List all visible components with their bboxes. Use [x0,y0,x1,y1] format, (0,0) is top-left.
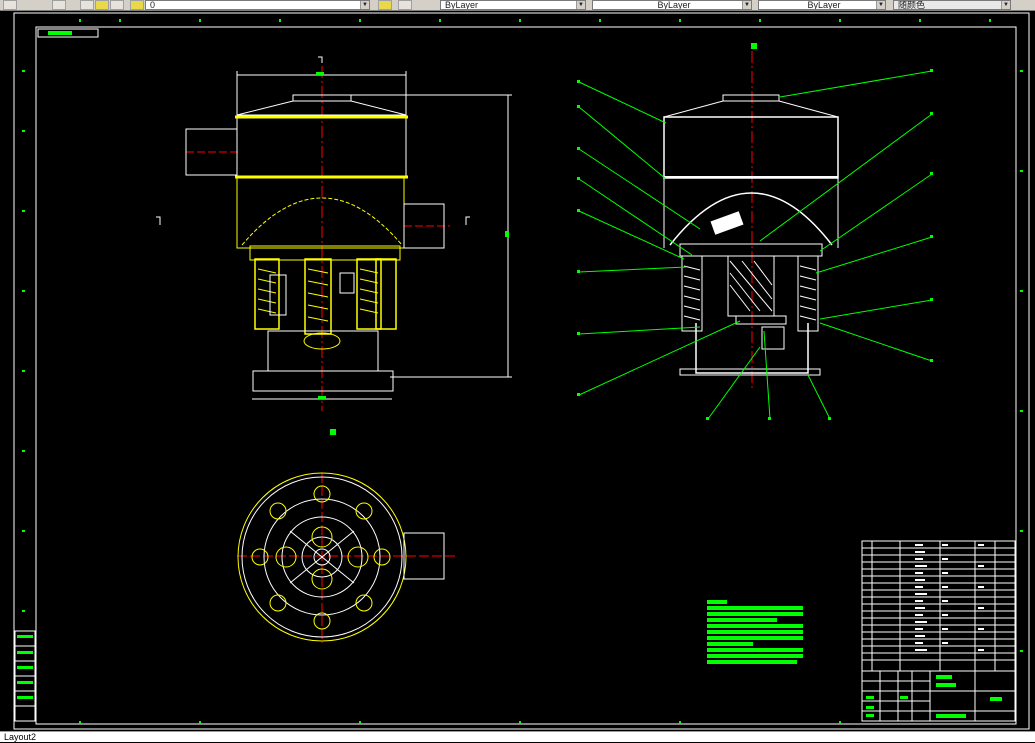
chevron-down-icon[interactable]: ▼ [360,1,369,9]
properties-toolbar: 0 ▼ ByLayer ▼ ByLayer ▼ ByLayer ▼ 随颜色 ▼ [0,0,1035,11]
chevron-down-icon[interactable]: ▼ [1001,1,1010,9]
top-view [237,472,458,643]
parts-list [861,540,1016,672]
color-combo[interactable]: ByLayer ▼ [440,0,586,10]
layer-combo[interactable]: 0 ▼ [145,0,370,10]
layer-icon[interactable] [52,0,66,10]
plotstyle-combo-value: 随颜色 [898,0,926,10]
front-view [156,56,512,435]
color-icon[interactable] [130,0,144,10]
leader-lines [578,70,933,420]
revision-block [14,630,36,722]
layout-tab-bar: Layout2 [0,731,1035,742]
sun-icon[interactable] [95,0,109,10]
chevron-down-icon[interactable]: ▼ [742,1,751,9]
tab-layout2[interactable]: Layout2 [0,732,40,743]
drawing-canvas[interactable] [0,11,1035,731]
sheet-border [13,12,1030,730]
lock-icon[interactable] [110,0,124,10]
chevron-down-icon[interactable]: ▼ [576,1,585,9]
window-icon[interactable] [3,0,17,10]
color-combo-value: ByLayer [445,0,479,10]
linetype-combo-value: ByLayer [657,0,691,10]
lightbulb-icon[interactable] [80,0,94,10]
technical-notes [707,600,803,664]
layer-combo-value: 0 [150,0,156,10]
linetype-combo[interactable]: ByLayer ▼ [592,0,752,10]
lineweight-combo[interactable]: ByLayer ▼ [758,0,886,10]
lineweight-combo-value: ByLayer [807,0,841,10]
section-view [577,43,933,420]
layer-props-icon[interactable] [378,0,392,10]
plotstyle-combo[interactable]: 随颜色 ▼ [893,0,1011,10]
layer-previous-icon[interactable] [398,0,412,10]
chevron-down-icon[interactable]: ▼ [876,1,885,9]
